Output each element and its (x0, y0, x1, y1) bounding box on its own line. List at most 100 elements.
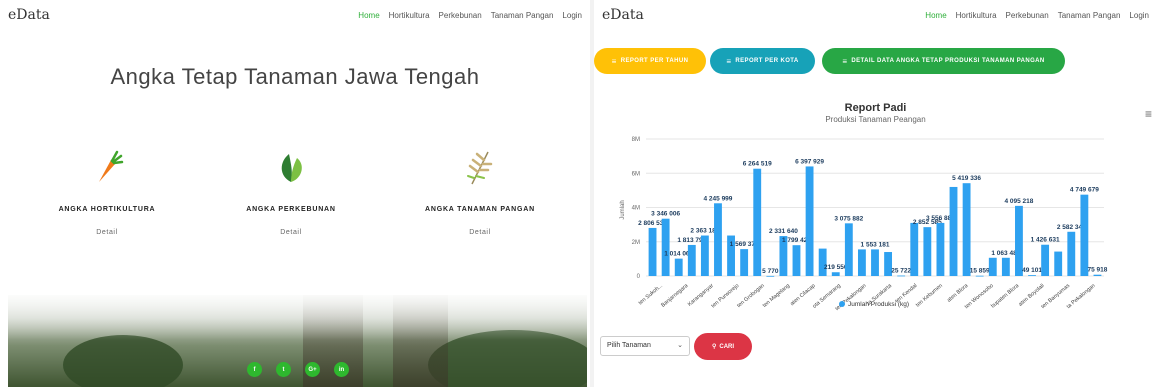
pilih-tanaman-select[interactable]: Pilih Tanaman ⌄ (600, 336, 690, 356)
bar-chart: 02M4M6M8MJumlah2 806 5353 346 0061 014 0… (620, 137, 1108, 312)
bar (648, 227, 657, 276)
nav-tanaman-pangan[interactable]: Tanaman Pangan (491, 11, 554, 20)
nav-perkebunan[interactable]: Perkebunan (439, 11, 482, 20)
report-per-tahun-button[interactable]: ≡ REPORT PER TAHUN (594, 48, 706, 74)
feature-title: ANGKA PERKEBUNAN (246, 206, 336, 213)
y-axis-label: Jumlah (620, 200, 626, 219)
data-label: 4 245 999 (704, 195, 733, 202)
left-page: eData Home Hortikultura Perkebunan Tanam… (0, 0, 590, 387)
bar (700, 235, 709, 276)
list-icon: ≡ (842, 56, 848, 66)
search-button[interactable]: ⚲ CARI (694, 333, 752, 360)
detail-link[interactable]: Detail (32, 229, 182, 236)
nav-login[interactable]: Login (562, 11, 582, 20)
bar (871, 249, 879, 276)
nav-perkebunan[interactable]: Perkebunan (1006, 11, 1049, 20)
x-tick-label: aten Blora (946, 282, 970, 303)
report-per-kota-button[interactable]: ≡ REPORT PER KOTA (710, 48, 815, 74)
detail-data-button[interactable]: ≡ DETAIL DATA ANGKA TETAP PRODUKSI TANAMA… (822, 48, 1065, 74)
list-icon: ≡ (726, 56, 732, 66)
bar (857, 249, 866, 276)
data-label: 25 722 (891, 268, 911, 275)
nav-hortikultura[interactable]: Hortikultura (389, 11, 430, 20)
data-label: 1 553 181 (861, 241, 890, 248)
bar (1041, 244, 1050, 276)
data-label: 5 419 336 (952, 175, 981, 182)
nav-menu: Home Hortikultura Perkebunan Tanaman Pan… (358, 11, 582, 20)
legend-label: Jumlah Produksi (kg) (848, 301, 909, 308)
brand-logo[interactable]: eData (602, 7, 644, 23)
bar (661, 218, 670, 276)
bar (687, 244, 696, 276)
brand-logo[interactable]: eData (8, 7, 50, 23)
chart-subtitle: Produksi Tanaman Peangan (825, 115, 926, 124)
right-page: eData Home Hortikultura Perkebunan Tanam… (594, 0, 1157, 387)
bar (740, 249, 749, 276)
bar (1080, 194, 1089, 276)
social-links: f t G+ in (247, 362, 349, 377)
bar (923, 227, 932, 276)
google-plus-icon[interactable]: G+ (305, 362, 320, 377)
feature-hortikultura: ANGKA HORTIKULTURA Detail (32, 148, 182, 236)
bar (1015, 205, 1023, 276)
bar (897, 275, 906, 277)
legend-marker (839, 301, 845, 307)
detail-link[interactable]: Detail (216, 229, 366, 236)
chevron-down-icon: ⌄ (677, 342, 683, 349)
bar (1001, 257, 1010, 276)
y-tick-label: 8M (632, 137, 640, 143)
hamburger-menu-icon[interactable]: ≡ (1145, 107, 1152, 121)
wheat-icon (405, 148, 555, 186)
bar (988, 257, 997, 276)
data-label: 6 264 519 (743, 161, 772, 168)
bar (1054, 251, 1063, 276)
feature-title: ANGKA HORTIKULTURA (58, 206, 156, 213)
twitter-icon[interactable]: t (276, 362, 291, 377)
bar (805, 166, 814, 276)
nav-login[interactable]: Login (1129, 11, 1149, 20)
detail-link[interactable]: Detail (405, 229, 555, 236)
y-tick-label: 6M (632, 171, 640, 177)
bar (975, 275, 984, 277)
bar (766, 275, 775, 277)
carrot-icon (32, 148, 182, 186)
x-tick-label: Banjarnegara (660, 282, 690, 308)
facebook-icon[interactable]: f (247, 362, 262, 377)
nav-menu: Home Hortikultura Perkebunan Tanaman Pan… (925, 11, 1149, 20)
data-label: 219 550 (824, 264, 848, 271)
y-tick-label: 0 (637, 274, 641, 280)
feature-perkebunan: ANGKA PERKEBUNAN Detail (216, 148, 366, 236)
data-label: 1 426 631 (1031, 237, 1060, 244)
nav-tanaman-pangan[interactable]: Tanaman Pangan (1058, 11, 1121, 20)
feature-title: ANGKA TANAMAN PANGAN (425, 206, 535, 213)
chart-title: Report Padi (844, 102, 907, 114)
bar (714, 203, 722, 276)
feature-tanaman-pangan: ANGKA TANAMAN PANGAN Detail (405, 148, 555, 236)
nav-home[interactable]: Home (925, 11, 946, 20)
data-label: 2 331 640 (769, 228, 798, 235)
bar (1093, 274, 1102, 276)
data-label: 4 749 679 (1070, 187, 1099, 194)
data-label: 49 101 (1022, 267, 1042, 274)
search-icon: ⚲ (711, 344, 717, 350)
linkedin-icon[interactable]: in (334, 362, 349, 377)
hero-photo: f t G+ in (8, 295, 587, 387)
bar (949, 186, 958, 276)
bar (962, 183, 971, 276)
bar (831, 272, 840, 276)
y-tick-label: 2M (632, 240, 640, 246)
data-label: 6 397 929 (795, 158, 824, 165)
bar (674, 258, 683, 276)
bar (818, 248, 827, 276)
x-tick-label: bupaten Blora (990, 282, 1021, 309)
nav-hortikultura[interactable]: Hortikultura (956, 11, 997, 20)
leaf-icon (216, 148, 366, 186)
list-icon: ≡ (611, 56, 617, 66)
bar (936, 222, 945, 276)
bar (1028, 275, 1036, 276)
data-label: 75 918 (1088, 267, 1108, 274)
nav-home[interactable]: Home (358, 11, 379, 20)
bar (910, 222, 919, 276)
bar (792, 245, 801, 276)
bar (844, 223, 853, 276)
